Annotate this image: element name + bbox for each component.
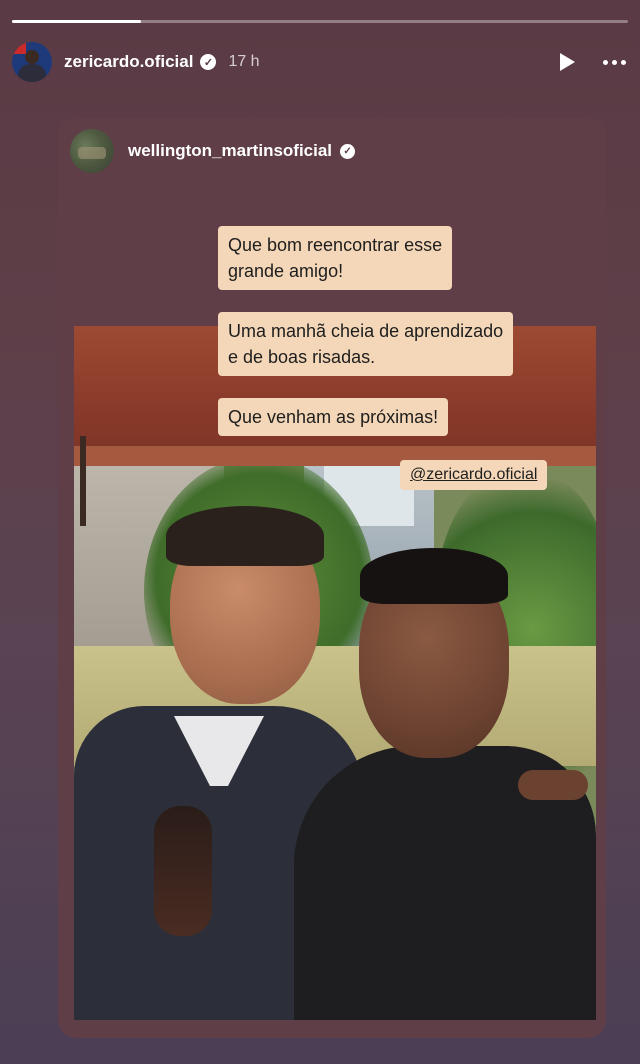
story-time: 17 h [228, 53, 260, 70]
text-sticker-3: Que venham as próximas! [218, 398, 449, 436]
story-progress-fill [12, 20, 142, 23]
play-icon[interactable] [560, 53, 575, 71]
verified-badge-icon: ✓ [200, 54, 217, 70]
more-options-icon[interactable] [603, 59, 626, 65]
story-username[interactable]: zericardo.oficial [64, 52, 193, 72]
user-avatar[interactable] [12, 42, 52, 82]
verified-badge-icon: ✓ [340, 143, 356, 159]
repost-username[interactable]: wellington_martinsoficial [128, 141, 332, 161]
story-header: zericardo.oficial ✓ 17 h [12, 40, 628, 84]
repost-header: wellington_martinsoficial ✓ [70, 128, 356, 174]
story-progress-bar [12, 20, 628, 23]
text-sticker-1: Que bom reencontrar esse grande amigo! [218, 226, 453, 290]
text-sticker-2: Uma manhã cheia de aprendizado e de boas… [218, 312, 514, 376]
reposted-story-card[interactable]: wellington_martinsoficial ✓ Que bom reen… [58, 118, 606, 1038]
repost-avatar[interactable] [70, 129, 114, 173]
mention-sticker[interactable]: @zericardo.oficial [400, 460, 548, 490]
